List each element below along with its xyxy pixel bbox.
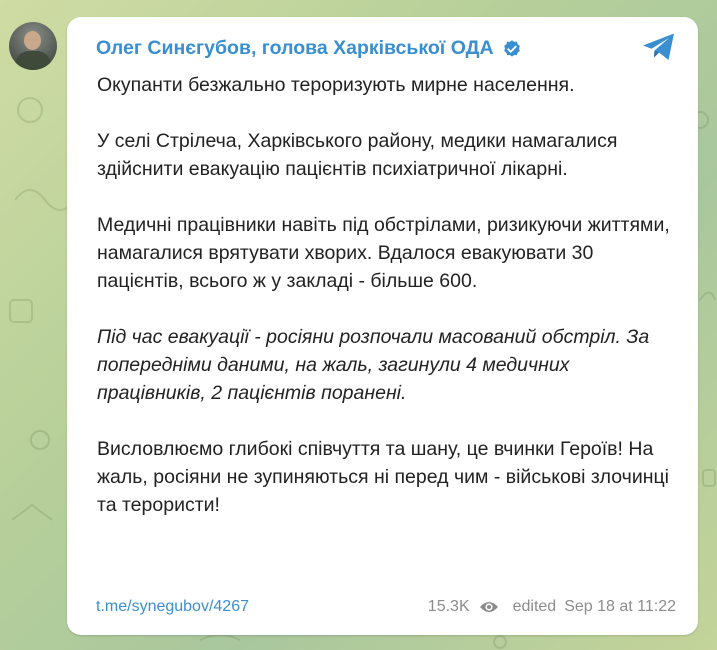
channel-avatar[interactable] [9,22,57,70]
telegram-icon[interactable] [641,32,677,62]
paragraph: У селі Стрілеча, Харківського району, ме… [97,130,618,180]
paragraph: Окупанти безжально тероризують мирне нас… [97,74,575,96]
message-text: Окупанти безжально тероризують мирне нас… [97,71,677,547]
paragraph: Висловлюємо глибокі співчуття та шану, ц… [97,438,669,516]
paragraph-italic: Під час евакуації - росіяни розпочали ма… [97,326,650,404]
message-footer: t.me/synegubov/4267 15.3K edited Sep 18 … [96,595,676,619]
verified-badge-icon [503,39,520,57]
channel-name[interactable]: Олег Синєгубов, голова Харківської ОДА [96,37,494,60]
avatar-head [24,31,41,50]
message-card: Олег Синєгубов, голова Харківської ОДА О… [67,17,698,635]
message-header: Олег Синєгубов, голова Харківської ОДА [96,37,522,60]
post-link[interactable]: t.me/synegubov/4267 [96,598,249,616]
edited-label: edited [512,598,557,615]
eye-icon [479,602,498,612]
paragraph: Медичні працівники навіть під обстрілами… [97,214,670,292]
avatar-body [15,51,51,70]
post-meta: 15.3K edited Sep 18 at 11:22 [428,598,676,616]
view-count: 15.3K [427,598,470,615]
post-timestamp: Sep 18 at 11:22 [564,598,676,615]
